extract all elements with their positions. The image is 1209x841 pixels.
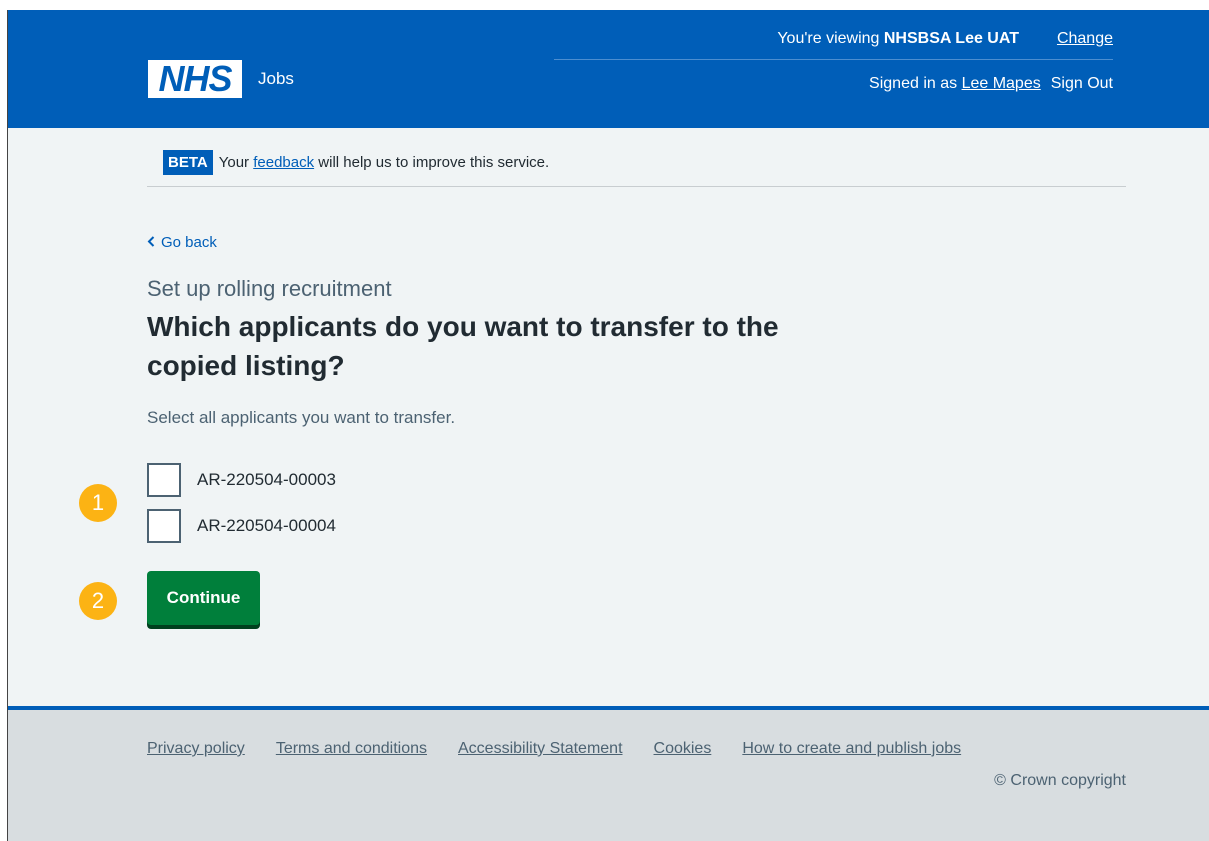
nhs-logo[interactable]: NHS <box>148 60 242 98</box>
beta-tag: BETA <box>163 150 213 175</box>
accessibility-statement-link[interactable]: Accessibility Statement <box>458 740 623 758</box>
applicant-label[interactable]: AR-220504-00003 <box>197 470 336 490</box>
sign-out-link[interactable]: Sign Out <box>1051 75 1113 92</box>
page-title: Which applicants do you want to transfer… <box>147 311 779 381</box>
terms-link[interactable]: Terms and conditions <box>276 740 427 758</box>
site-header: You're viewing NHSBSA Lee UAT Change NHS… <box>8 10 1209 128</box>
beta-text-before: Your <box>218 154 254 171</box>
page-frame: You're viewing NHSBSA Lee UAT Change NHS… <box>7 10 1209 841</box>
footer-links: Privacy policy Terms and conditions Acce… <box>147 740 992 758</box>
how-to-publish-jobs-link[interactable]: How to create and publish jobs <box>742 740 961 758</box>
site-footer: Privacy policy Terms and conditions Acce… <box>8 706 1209 841</box>
signed-in-prefix: Signed in as <box>869 75 962 92</box>
go-back-label: Go back <box>161 234 217 251</box>
step-marker-2: 2 <box>79 582 117 620</box>
organisation-name: NHSBSA Lee UAT <box>883 30 1019 47</box>
applicant-checkbox[interactable] <box>147 509 181 543</box>
applicant-label[interactable]: AR-220504-00004 <box>197 516 336 536</box>
applicant-checkbox[interactable] <box>147 463 181 497</box>
change-organisation-link[interactable]: Change <box>1057 30 1113 48</box>
continue-button[interactable]: Continue <box>147 571 260 625</box>
cookies-link[interactable]: Cookies <box>654 740 712 758</box>
header-divider <box>554 59 1113 60</box>
user-name-link[interactable]: Lee Mapes <box>962 75 1041 92</box>
service-name[interactable]: Jobs <box>258 69 294 89</box>
hint-text: Select all applicants you want to transf… <box>147 408 456 427</box>
applicant-option[interactable]: AR-220504-00003 <box>147 463 336 497</box>
page-caption: Set up rolling recruitment <box>147 276 392 301</box>
chevron-left-icon <box>147 234 155 251</box>
applicant-option[interactable]: AR-220504-00004 <box>147 509 336 543</box>
beta-text-after: will help us to improve this service. <box>314 154 550 171</box>
copyright-text: © Crown copyright <box>994 772 1126 789</box>
beta-banner: BETA Your feedback will help us to improv… <box>147 141 1126 187</box>
viewing-prefix: You're viewing <box>777 30 884 47</box>
go-back-link[interactable]: Go back <box>147 234 217 251</box>
organisation-viewing: You're viewing NHSBSA Lee UAT <box>777 30 1019 48</box>
signed-in-info: Signed in as Lee Mapes Sign Out <box>869 75 1113 93</box>
step-marker-1: 1 <box>79 484 117 522</box>
feedback-link[interactable]: feedback <box>253 154 314 171</box>
privacy-policy-link[interactable]: Privacy policy <box>147 740 245 758</box>
nhs-logo-text: NHS <box>158 58 232 99</box>
